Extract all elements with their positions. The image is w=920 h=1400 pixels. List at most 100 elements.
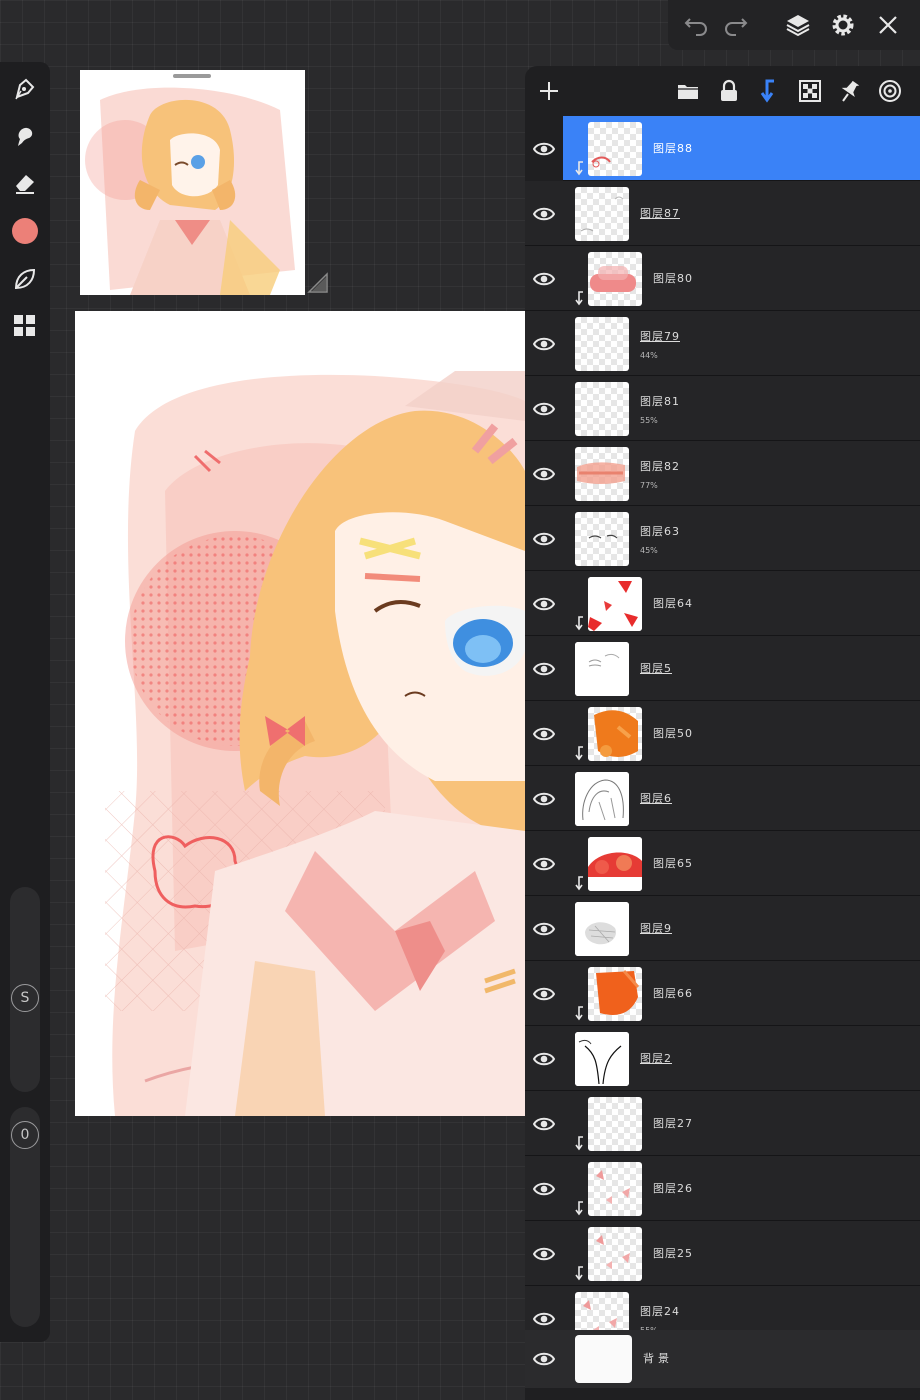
drawing-canvas[interactable] — [75, 311, 525, 1116]
layer-row[interactable]: 图层63 45% — [525, 506, 920, 571]
background-layer-name: 背景 — [643, 1352, 673, 1365]
alpha-lock-icon[interactable] — [795, 76, 825, 106]
layer-name: 图层24 — [640, 1305, 680, 1318]
layer-list: 图层88 图层87 图层80 图层79 44% 图层81 55% 图层82 77% 图层63 45%… — [525, 116, 920, 1351]
clipping-mask-icon — [573, 615, 587, 631]
undo-icon[interactable] — [682, 10, 712, 40]
eye-icon[interactable] — [531, 1346, 557, 1372]
layer-row[interactable]: 图层9 — [525, 896, 920, 961]
eye-icon[interactable] — [531, 981, 557, 1007]
preview-drag-handle[interactable] — [173, 74, 211, 78]
layer-name: 图层2 — [640, 1052, 672, 1065]
size-slider-knob[interactable]: S — [11, 984, 39, 1012]
eye-icon[interactable] — [531, 1176, 557, 1202]
eye-icon[interactable] — [531, 136, 557, 162]
layer-row[interactable]: 图层80 — [525, 246, 920, 311]
layer-thumbnail — [588, 1097, 642, 1151]
leaf-icon[interactable] — [8, 262, 42, 296]
eye-icon[interactable] — [531, 201, 557, 227]
layer-name: 图层81 — [640, 395, 680, 408]
close-icon[interactable] — [873, 10, 903, 40]
eye-icon[interactable] — [531, 851, 557, 877]
layer-thumbnail — [588, 122, 642, 176]
eye-icon[interactable] — [531, 786, 557, 812]
layer-thumbnail — [588, 252, 642, 306]
layers-icon[interactable] — [783, 10, 813, 40]
layer-thumbnail — [575, 1032, 629, 1086]
eye-icon[interactable] — [531, 1046, 557, 1072]
eye-icon[interactable] — [531, 1111, 557, 1137]
layer-name: 图层50 — [653, 727, 693, 740]
top-toolbar — [668, 0, 920, 50]
layer-row[interactable]: 图层6 — [525, 766, 920, 831]
color-swatch[interactable] — [8, 214, 42, 248]
eye-icon[interactable] — [531, 461, 557, 487]
pen-icon[interactable] — [8, 72, 42, 106]
eye-icon[interactable] — [531, 916, 557, 942]
clipping-mask-icon — [573, 290, 587, 306]
clipping-icon[interactable] — [754, 76, 784, 106]
layer-name: 图层88 — [653, 142, 693, 155]
background-layer-thumbnail — [575, 1335, 632, 1383]
eraser-icon[interactable] — [8, 166, 42, 200]
canvas-artwork — [75, 311, 525, 1116]
layer-thumbnail — [575, 187, 629, 241]
layer-row[interactable]: 图层87 — [525, 181, 920, 246]
layer-row[interactable]: 图层65 — [525, 831, 920, 896]
opacity-slider-label: 0 — [20, 1127, 30, 1143]
layer-name: 图层66 — [653, 987, 693, 1000]
layer-opacity: 45% — [640, 546, 658, 555]
layer-thumbnail — [588, 967, 642, 1021]
layer-row[interactable]: 图层88 — [525, 116, 920, 181]
layer-row[interactable]: 图层50 — [525, 701, 920, 766]
eye-icon[interactable] — [531, 591, 557, 617]
layer-row[interactable]: 图层66 — [525, 961, 920, 1026]
lock-icon[interactable] — [714, 76, 744, 106]
layer-row[interactable]: 图层27 — [525, 1091, 920, 1156]
eye-icon[interactable] — [531, 656, 557, 682]
layer-name: 图层64 — [653, 597, 693, 610]
layer-row[interactable]: 图层26 — [525, 1156, 920, 1221]
layer-name: 图层87 — [640, 207, 680, 220]
layer-row[interactable]: 图层79 44% — [525, 311, 920, 376]
eye-icon[interactable] — [531, 1241, 557, 1267]
opacity-slider-knob[interactable]: 0 — [11, 1121, 39, 1149]
eye-icon[interactable] — [531, 1306, 557, 1332]
layer-row[interactable]: 图层25 — [525, 1221, 920, 1286]
layer-name: 图层9 — [640, 922, 672, 935]
eye-icon[interactable] — [531, 396, 557, 422]
background-layer[interactable]: 背景 — [525, 1330, 920, 1388]
layer-name: 图层82 — [640, 460, 680, 473]
preview-resize-handle[interactable] — [307, 272, 329, 294]
layer-opacity: 44% — [640, 351, 658, 360]
layer-name: 图层80 — [653, 272, 693, 285]
layer-row[interactable]: 图层2 — [525, 1026, 920, 1091]
pin-icon[interactable] — [835, 76, 865, 106]
layer-thumbnail — [575, 447, 629, 501]
clipping-mask-icon — [573, 1135, 587, 1151]
redo-icon[interactable] — [720, 10, 750, 40]
smudge-icon[interactable] — [8, 119, 42, 153]
layer-thumbnail — [575, 902, 629, 956]
layer-name: 图层63 — [640, 525, 680, 538]
add-layer-icon[interactable] — [534, 76, 564, 106]
layer-row[interactable]: 图层81 55% — [525, 376, 920, 441]
eye-icon[interactable] — [531, 266, 557, 292]
layers-panel-header — [525, 66, 920, 116]
reference-icon[interactable] — [875, 76, 905, 106]
layer-row[interactable]: 图层64 — [525, 571, 920, 636]
eye-icon[interactable] — [531, 526, 557, 552]
layer-name: 图层25 — [653, 1247, 693, 1260]
clipping-mask-icon — [573, 875, 587, 891]
eye-icon[interactable] — [531, 331, 557, 357]
reference-preview[interactable] — [80, 70, 305, 295]
layer-thumbnail — [588, 707, 642, 761]
folder-icon[interactable] — [673, 76, 703, 106]
layer-thumbnail — [588, 1227, 642, 1281]
settings-icon[interactable] — [828, 10, 858, 40]
quick-menu-icon[interactable] — [8, 309, 42, 343]
layer-row[interactable]: 图层82 77% — [525, 441, 920, 506]
eye-icon[interactable] — [531, 721, 557, 747]
clipping-mask-icon — [573, 1265, 587, 1281]
layer-row[interactable]: 图层5 — [525, 636, 920, 701]
